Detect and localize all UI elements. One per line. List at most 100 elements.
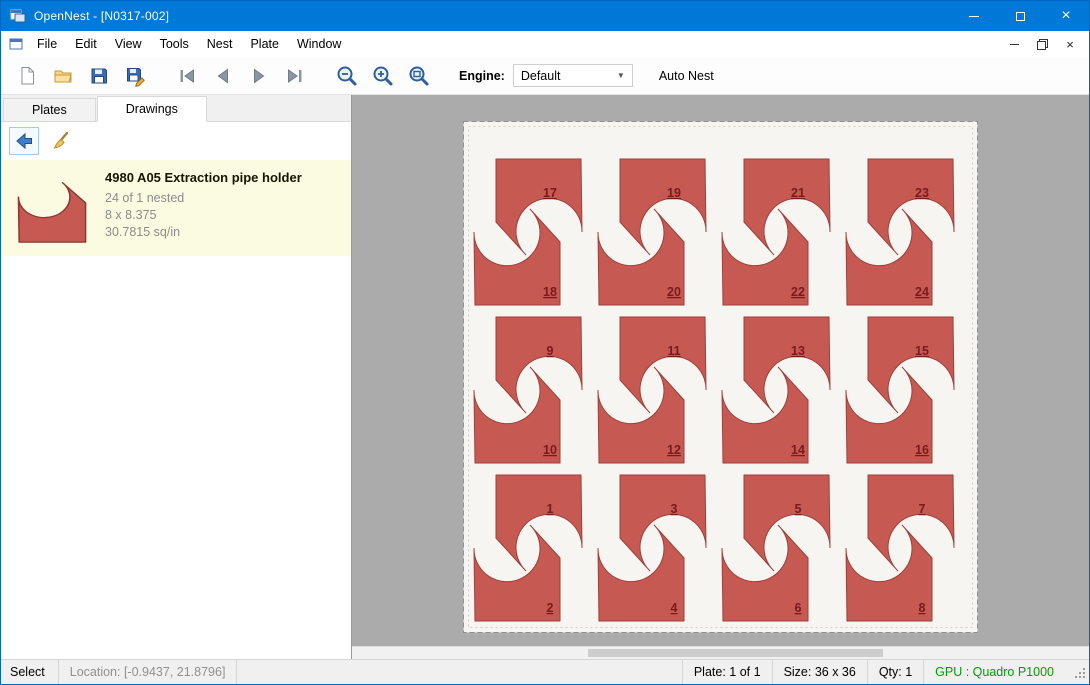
window-title: OpenNest - [N0317-002] — [34, 9, 169, 23]
drawings-toolbar — [1, 122, 351, 160]
part-number: 9 — [547, 344, 554, 358]
titlebar: OpenNest - [N0317-002] × — [1, 1, 1089, 31]
open-button[interactable] — [45, 60, 81, 92]
resize-grip[interactable] — [1073, 666, 1087, 680]
first-plate-button[interactable] — [169, 60, 205, 92]
maximize-icon — [1016, 12, 1025, 21]
part-number: 10 — [543, 443, 557, 457]
open-folder-icon — [52, 65, 74, 87]
canvas-hscrollbar[interactable] — [352, 646, 1089, 659]
part-number: 7 — [919, 502, 926, 516]
mdi-close-icon: × — [1066, 37, 1074, 52]
menubar: FileEditViewToolsNestPlateWindow × — [1, 31, 1089, 57]
mdi-restore-icon — [1037, 39, 1048, 50]
part-number: 5 — [795, 502, 802, 516]
status-qty: Qty: 1 — [868, 665, 923, 679]
part-number: 18 — [543, 285, 557, 299]
previous-plate-icon — [212, 65, 234, 87]
save-button[interactable] — [81, 60, 117, 92]
zoom-out-button[interactable] — [329, 60, 365, 92]
part-number: 3 — [671, 502, 678, 516]
drawing-title: 4980 A05 Extraction pipe holder — [105, 170, 302, 185]
part-number: 1 — [547, 502, 554, 516]
auto-nest-button[interactable]: Auto Nest — [659, 69, 714, 83]
mdi-restore-button[interactable] — [1029, 34, 1055, 54]
scrollbar-thumb[interactable] — [588, 649, 883, 657]
part-number: 15 — [915, 344, 929, 358]
minimize-button[interactable] — [951, 1, 997, 31]
part-number: 13 — [791, 344, 805, 358]
menu-file[interactable]: File — [28, 37, 66, 51]
zoom-in-button[interactable] — [365, 60, 401, 92]
save-edit-icon — [124, 65, 146, 87]
first-plate-icon — [176, 65, 198, 87]
minimize-icon — [969, 16, 979, 17]
previous-plate-button[interactable] — [205, 60, 241, 92]
tab-drawings[interactable]: Drawings — [97, 96, 207, 122]
drawing-list-item[interactable]: 4980 A05 Extraction pipe holder 24 of 1 … — [1, 160, 351, 256]
document-window-icon — [8, 36, 24, 52]
part-number: 20 — [667, 285, 681, 299]
menu-view[interactable]: View — [106, 37, 151, 51]
status-mode: Select — [1, 665, 58, 679]
drawing-dimensions: 8 x 8.375 — [105, 207, 302, 224]
status-plate: Plate: 1 of 1 — [683, 665, 772, 679]
next-plate-icon — [248, 65, 270, 87]
engine-label: Engine: — [459, 69, 505, 83]
last-plate-button[interactable] — [277, 60, 313, 92]
broom-icon — [51, 131, 71, 151]
tab-plates[interactable]: Plates — [3, 98, 96, 121]
status-location: Location: [-0.9437, 21.8796] — [59, 665, 237, 679]
close-icon: × — [1061, 8, 1070, 24]
nesting-canvas[interactable]: 171819202122232491011121314151612345678 — [352, 95, 1089, 659]
menu-plate[interactable]: Plate — [241, 37, 288, 51]
part-number: 12 — [667, 443, 681, 457]
drawing-area: 30.7815 sq/in — [105, 224, 302, 241]
zoom-out-icon — [335, 64, 359, 88]
menu-edit[interactable]: Edit — [66, 37, 106, 51]
mdi-minimize-icon — [1010, 44, 1019, 45]
app-icon — [10, 8, 26, 24]
content-area: PlatesDrawings — [1, 95, 1089, 659]
status-gpu: GPU : Quadro P1000 — [924, 665, 1065, 679]
sidebar: PlatesDrawings — [1, 95, 352, 659]
drawing-nested-count: 24 of 1 nested — [105, 190, 302, 207]
last-plate-icon — [284, 65, 306, 87]
part-number: 21 — [791, 186, 805, 200]
save-edit-button[interactable] — [117, 60, 153, 92]
part-number: 2 — [547, 601, 554, 615]
chevron-down-icon: ▼ — [617, 71, 625, 80]
part-number: 8 — [919, 601, 926, 615]
file-group — [9, 60, 153, 92]
part-number: 11 — [667, 344, 680, 358]
sidebar-tabs: PlatesDrawings — [1, 95, 351, 122]
next-plate-button[interactable] — [241, 60, 277, 92]
caption-buttons: × — [951, 1, 1089, 31]
part-number: 4 — [671, 601, 678, 615]
part-number: 23 — [915, 186, 929, 200]
part-number: 19 — [667, 186, 681, 200]
maximize-button[interactable] — [997, 1, 1043, 31]
engine-select[interactable]: Default ▼ — [513, 64, 633, 87]
plate: 171819202122232491011121314151612345678 — [463, 121, 978, 633]
close-button[interactable]: × — [1043, 1, 1089, 31]
replace-drawing-button[interactable] — [9, 127, 39, 155]
new-file-icon — [16, 65, 38, 87]
app-window: OpenNest - [N0317-002] × FileEditViewToo… — [0, 0, 1090, 685]
mdi-minimize-button[interactable] — [1001, 34, 1027, 54]
main-toolbar: Engine: Default ▼ Auto Nest — [1, 57, 1089, 95]
part-number: 6 — [795, 601, 802, 615]
menu-window[interactable]: Window — [288, 37, 350, 51]
part-thumbnail — [13, 178, 91, 244]
mdi-close-button[interactable]: × — [1057, 34, 1083, 54]
plate-nav-group — [169, 60, 313, 92]
clean-button[interactable] — [46, 127, 76, 155]
part-number: 14 — [791, 443, 805, 457]
status-size: Size: 36 x 36 — [773, 665, 867, 679]
menu-tools[interactable]: Tools — [151, 37, 198, 51]
new-button[interactable] — [9, 60, 45, 92]
divider — [236, 660, 237, 685]
menu-nest[interactable]: Nest — [198, 37, 242, 51]
menubar-items: FileEditViewToolsNestPlateWindow — [28, 31, 350, 57]
zoom-extents-button[interactable] — [401, 60, 437, 92]
